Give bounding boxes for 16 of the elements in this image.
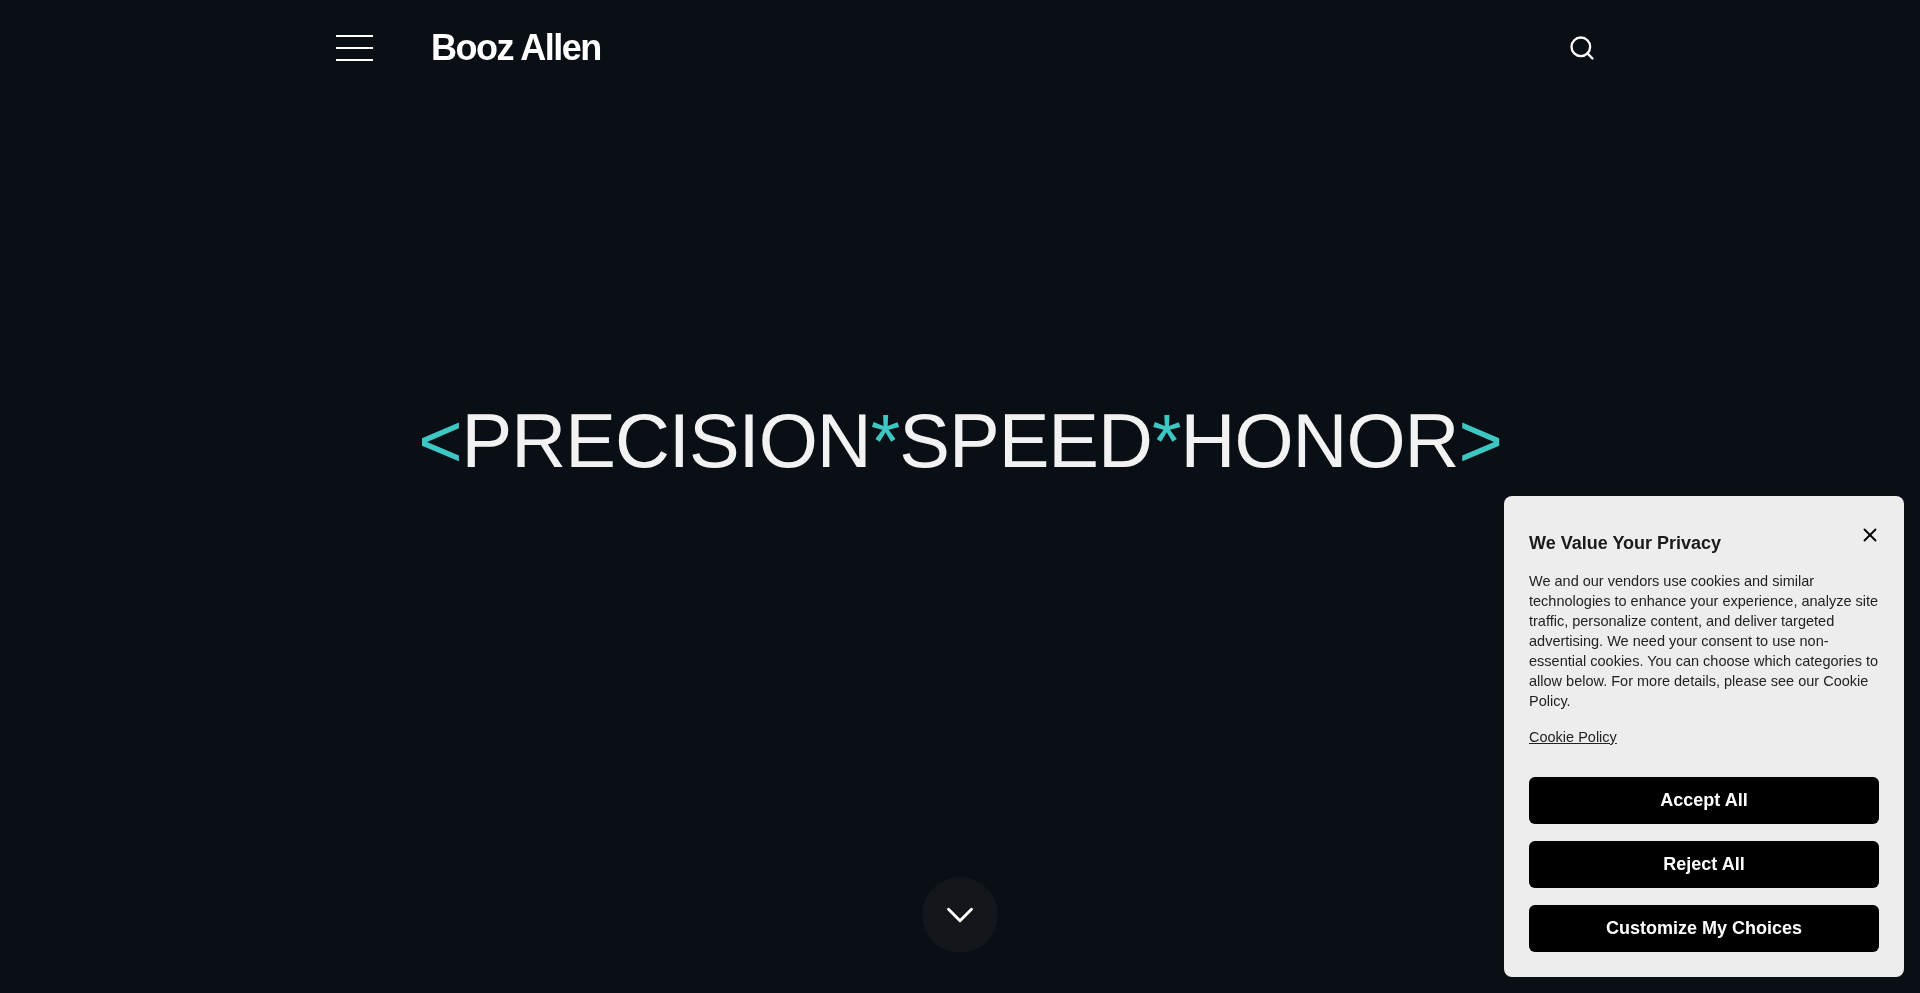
hero-word: HONOR [1180, 403, 1459, 479]
accent-symbol: * [870, 403, 900, 479]
accent-symbol: * [1151, 403, 1181, 479]
cookie-action-button[interactable]: Accept All [1529, 776, 1879, 824]
site-logo[interactable]: Booz Allen [431, 29, 601, 66]
cookie-description: We and our vendors use cookies and similar technologies to enhance your experience, analyze site traffic, personalize content, and deliver targeted advertising. We need your consent to use non-essential cookies. You can choose which categories to allow below. For more details, please see our Cookie Policy. [1529, 572, 1879, 711]
accent-symbol: < [418, 403, 462, 479]
menu-icon[interactable] [336, 33, 373, 62]
cookie-policy-link[interactable]: Cookie Policy [1529, 727, 1617, 749]
hero-word: PRECISION [461, 403, 871, 479]
search-icon[interactable] [1568, 33, 1596, 62]
accent-symbol: > [1458, 403, 1502, 479]
cookie-action-button[interactable]: Reject All [1529, 840, 1879, 888]
hero-word: SPEED [899, 403, 1152, 479]
cookie-action-button[interactable]: Customize My Choices [1529, 904, 1879, 952]
cookie-title: We Value Your Privacy [1529, 532, 1722, 555]
